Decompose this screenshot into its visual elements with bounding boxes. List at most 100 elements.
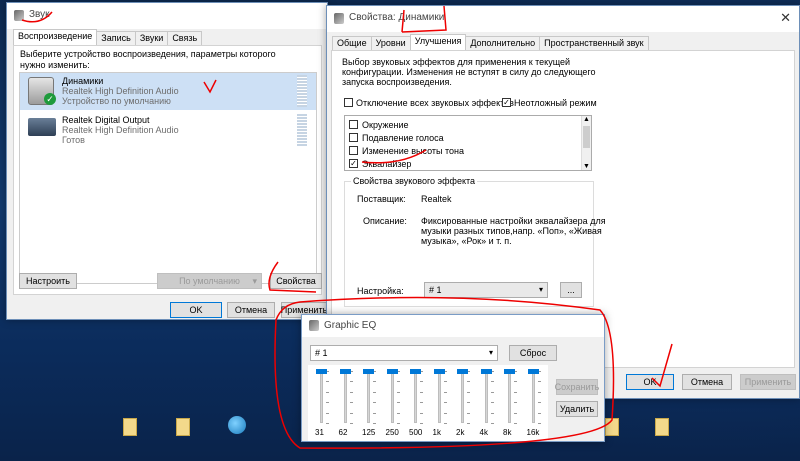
eq-titlebar[interactable]: Graphic EQ bbox=[302, 315, 604, 337]
effects-list: Окружение Подавление голоса Изменение вы… bbox=[344, 115, 592, 171]
eq-slider-thumb[interactable] bbox=[386, 369, 398, 374]
effect-checkbox[interactable] bbox=[349, 146, 358, 155]
eq-slider-thumb[interactable] bbox=[316, 369, 327, 374]
effects-scrollbar[interactable]: ▲ ▼ bbox=[581, 116, 591, 170]
eq-slider-track[interactable] bbox=[390, 371, 394, 423]
device-status: Готов bbox=[62, 135, 85, 145]
tab-general[interactable]: Общие bbox=[332, 36, 372, 50]
eq-slider-thumb[interactable] bbox=[457, 369, 468, 374]
eq-slider-thumb[interactable] bbox=[363, 369, 374, 374]
eq-slider-thumb[interactable] bbox=[410, 369, 421, 374]
tab-levels[interactable]: Уровни bbox=[370, 36, 411, 50]
tab-enhancements[interactable]: Улучшения bbox=[409, 34, 467, 50]
eq-band-label: 62 bbox=[338, 428, 348, 437]
eq-tick bbox=[490, 381, 494, 383]
chevron-down-icon[interactable]: ▼ bbox=[583, 163, 590, 170]
save-button[interactable]: Сохранить bbox=[555, 379, 599, 395]
eq-slider-track[interactable] bbox=[461, 371, 464, 423]
eq-slider-track[interactable] bbox=[484, 371, 488, 423]
tab-recording[interactable]: Запись bbox=[96, 31, 136, 45]
eq-slider-track[interactable] bbox=[367, 371, 370, 423]
set-default-button[interactable]: По умолчанию ▾ bbox=[157, 273, 262, 289]
eq-slider-thumb[interactable] bbox=[433, 369, 445, 374]
setting-select[interactable]: # 1 ▾ bbox=[424, 282, 548, 298]
scroll-thumb[interactable] bbox=[583, 126, 590, 148]
eq-tick bbox=[490, 412, 494, 414]
properties-titlebar[interactable]: Свойства: Динамики ✕ bbox=[327, 6, 799, 32]
cancel-button[interactable]: Отмена bbox=[682, 374, 732, 390]
eq-tick bbox=[443, 412, 447, 414]
eq-tick bbox=[467, 423, 470, 424]
disable-all-checkbox[interactable] bbox=[344, 98, 353, 107]
configure-button[interactable]: Настроить bbox=[19, 273, 77, 289]
chevron-down-icon: ▾ bbox=[488, 348, 493, 357]
default-check-icon: ✓ bbox=[44, 93, 56, 105]
cancel-button[interactable]: Отмена bbox=[227, 302, 275, 318]
provider-value: Realtek bbox=[421, 194, 452, 204]
properties-tabs: Общие Уровни Улучшения Дополнительно Про… bbox=[332, 34, 649, 50]
eq-tick bbox=[349, 381, 353, 383]
tab-spatial-sound[interactable]: Пространственный звук bbox=[539, 36, 649, 50]
setting-label: Настройка: bbox=[357, 286, 404, 296]
apply-button[interactable]: Применить bbox=[740, 374, 796, 390]
eq-slider-thumb[interactable] bbox=[504, 369, 515, 374]
eq-slider-track[interactable] bbox=[320, 371, 323, 423]
effect-checkbox[interactable] bbox=[349, 133, 358, 142]
eq-tick bbox=[514, 412, 517, 414]
close-icon[interactable]: ✕ bbox=[780, 10, 791, 26]
reset-button[interactable]: Сброс bbox=[509, 345, 557, 361]
eq-tick bbox=[490, 402, 494, 404]
eq-tick bbox=[373, 381, 376, 383]
chevron-up-icon[interactable]: ▲ bbox=[583, 116, 590, 123]
eq-tick bbox=[349, 423, 353, 424]
eq-slider-track[interactable] bbox=[531, 371, 535, 423]
delete-button[interactable]: Удалить bbox=[556, 401, 598, 417]
list-item[interactable]: ✓ Динамики Realtek High Definition Audio… bbox=[20, 73, 316, 110]
chevron-down-icon: ▾ bbox=[252, 275, 257, 286]
eq-tick bbox=[537, 381, 541, 383]
file-icon[interactable] bbox=[123, 418, 137, 436]
tab-playback[interactable]: Воспроизведение bbox=[13, 29, 98, 45]
eq-tick bbox=[420, 423, 423, 424]
properties-button[interactable]: Свойства bbox=[270, 273, 322, 289]
file-icon[interactable] bbox=[655, 418, 669, 436]
effect-label: Подавление голоса bbox=[362, 133, 444, 143]
eq-tick bbox=[420, 402, 423, 404]
list-item[interactable]: Realtek Digital Output Realtek High Defi… bbox=[20, 112, 316, 149]
graphic-eq-window: Graphic EQ # 1 ▾ Сброс 31 62 125 250 500 1k 2k… bbox=[301, 314, 605, 442]
immediate-mode-checkbox[interactable]: ✓ bbox=[502, 98, 511, 107]
effect-checkbox[interactable] bbox=[349, 120, 358, 129]
file-icon[interactable] bbox=[176, 418, 190, 436]
ok-button[interactable]: OK bbox=[626, 374, 674, 390]
eq-tick bbox=[443, 381, 447, 383]
eq-slider-track[interactable] bbox=[414, 371, 417, 423]
preset-value: # 1 bbox=[315, 348, 328, 358]
description-value: Фиксированные настройки эквалайзера для bbox=[421, 216, 606, 226]
preset-select[interactable]: # 1 ▾ bbox=[310, 345, 498, 361]
eq-slider-thumb[interactable] bbox=[527, 369, 539, 374]
file-icon[interactable] bbox=[605, 418, 619, 436]
speaker-icon bbox=[309, 320, 319, 331]
eq-slider-thumb[interactable] bbox=[339, 369, 351, 374]
globe-icon[interactable] bbox=[228, 416, 246, 434]
tab-sounds[interactable]: Звуки bbox=[134, 31, 169, 45]
tab-communications[interactable]: Связь bbox=[167, 31, 203, 45]
effect-checkbox[interactable]: ✓ bbox=[349, 159, 358, 168]
ok-button[interactable]: OK bbox=[170, 302, 222, 318]
eq-slider-thumb[interactable] bbox=[480, 369, 492, 374]
eq-band-label: 500 bbox=[409, 428, 423, 437]
sound-window-titlebar[interactable]: Звук bbox=[7, 3, 327, 29]
sound-window: Звук Воспроизведение Запись Звуки Связь … bbox=[6, 2, 328, 320]
eq-slider-track[interactable] bbox=[343, 371, 347, 423]
eq-band-label: 31 bbox=[315, 428, 324, 437]
eq-tick bbox=[467, 391, 470, 393]
eq-tick bbox=[349, 391, 353, 393]
window-title: Свойства: Динамики bbox=[349, 12, 445, 23]
description-value: музыка», «Рок» и т. п. bbox=[421, 236, 512, 246]
tab-advanced[interactable]: Дополнительно bbox=[465, 36, 541, 50]
eq-slider-track[interactable] bbox=[437, 371, 441, 423]
eq-slider-track[interactable] bbox=[508, 371, 511, 423]
device-name: Динамики bbox=[62, 76, 104, 86]
more-button[interactable]: ... bbox=[560, 282, 582, 298]
eq-tick bbox=[326, 402, 329, 404]
